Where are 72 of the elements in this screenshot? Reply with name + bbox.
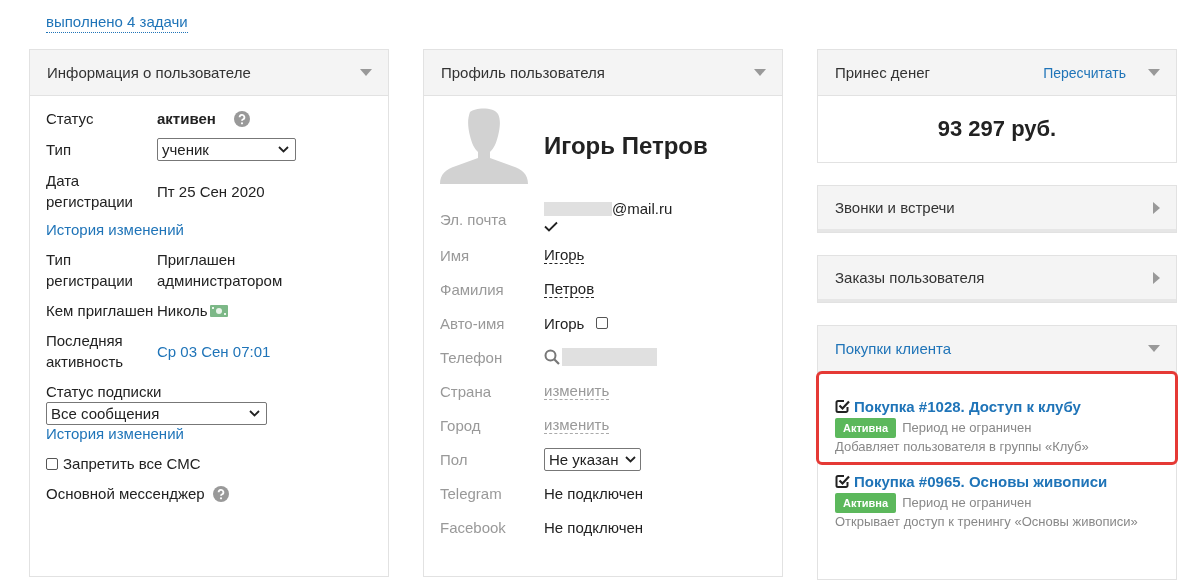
history-link[interactable]: История изменений: [46, 423, 184, 444]
checkbox[interactable]: [46, 457, 58, 470]
period-text: Период не ограничен: [902, 419, 1032, 437]
help-icon: [233, 110, 250, 127]
panel-header[interactable]: Заказы пользователя: [818, 256, 1176, 302]
recalculate-link[interactable]: Пересчитать: [1043, 64, 1126, 81]
field-value: Пт 25 Сен 2020: [157, 181, 265, 202]
panel-header[interactable]: Покупки клиента: [818, 326, 1176, 372]
purchase-description: Добавляет пользователя в группы «Клуб»: [835, 438, 1090, 456]
panel-header[interactable]: Принес денег Пересчитать: [818, 50, 1176, 96]
field-label: Кем приглашен: [46, 301, 155, 321]
field-label: Авто-имя: [440, 314, 506, 332]
help-icon: [212, 485, 229, 502]
field-value: Приглашен администратором: [157, 250, 284, 291]
tasks-link[interactable]: выполнено 4 задачи: [46, 13, 188, 33]
subscription-select[interactable]: Все сообщения: [46, 402, 267, 425]
purchase-description: Открывает доступ к тренингу «Основы живописи»: [835, 513, 1139, 531]
avatar-silhouette-icon: [440, 108, 528, 184]
user-name: Игорь Петров: [544, 132, 708, 160]
purchase-link[interactable]: Покупка #0965. Основы живописи: [854, 473, 1108, 490]
redacted-text: [544, 201, 612, 216]
field-label: Пол: [440, 450, 469, 468]
search-icon: [544, 349, 560, 365]
field-label: Страна: [440, 382, 492, 400]
period-text: Период не ограничен: [902, 494, 1032, 512]
field-label: Последняя активность: [46, 331, 125, 372]
field-label: Имя: [440, 246, 471, 264]
checked-square-icon: [835, 474, 850, 489]
field-value: Не подключен: [544, 484, 644, 502]
checkbox-label: Запретить все СМС: [63, 454, 201, 474]
gender-select[interactable]: Не указан: [544, 447, 641, 471]
banknote-icon: [209, 304, 228, 317]
editable-value[interactable]: Игорь: [544, 246, 585, 264]
field-label: Статус: [46, 109, 95, 129]
panel-title: Заказы пользователя: [835, 269, 986, 286]
field-value: Игорь: [544, 314, 585, 332]
panel-header[interactable]: Информация о пользователе: [30, 50, 388, 96]
money-amount: 93 297 руб.: [937, 116, 1057, 142]
field-label: Телефон: [440, 348, 504, 366]
panel-header[interactable]: Звонки и встречи: [818, 186, 1176, 232]
dropdown-chevron-icon: [278, 146, 289, 153]
editable-value[interactable]: Петров: [544, 280, 595, 298]
field-label: Эл. почта: [440, 210, 508, 228]
field-label: Город: [440, 416, 482, 434]
field-value: Николь: [157, 301, 208, 321]
status-badge: Активна: [835, 418, 897, 438]
dropdown-chevron-icon: [625, 455, 636, 463]
status-badge: Активна: [835, 493, 897, 513]
panel-header[interactable]: Профиль пользователя: [424, 50, 782, 96]
panel-title: Профиль пользователя: [441, 64, 606, 81]
field-label: Дата регистрации: [46, 171, 134, 212]
field-label: Telegram: [440, 484, 503, 502]
field-label: Тип регистрации: [46, 250, 134, 291]
purchase-link[interactable]: Покупка #1028. Доступ к клубу: [854, 398, 1081, 415]
email-value: @mail.ru: [612, 200, 673, 217]
status-value: активен: [157, 109, 216, 129]
panel-title: Принес денег: [835, 64, 931, 81]
field-label: Тип: [46, 140, 72, 160]
field-label: Статус подписки: [46, 382, 162, 402]
field-value: Не подключен: [544, 518, 644, 536]
checkbox[interactable]: [596, 317, 609, 329]
field-label: Facebook: [440, 518, 507, 536]
type-select[interactable]: ученик: [157, 138, 296, 161]
panel-title: Информация о пользователе: [47, 64, 252, 81]
field-label: Фамилия: [440, 280, 505, 298]
panel-title: Покупки клиента: [835, 340, 953, 357]
dropdown-chevron-icon: [249, 410, 260, 417]
checked-square-icon: [835, 399, 850, 414]
history-link[interactable]: История изменений: [46, 219, 184, 240]
field-label: Основной мессенджер: [46, 484, 205, 504]
activity-link[interactable]: Ср 03 Сен 07:01: [157, 340, 271, 362]
panel-title: Звонки и встречи: [835, 199, 956, 216]
